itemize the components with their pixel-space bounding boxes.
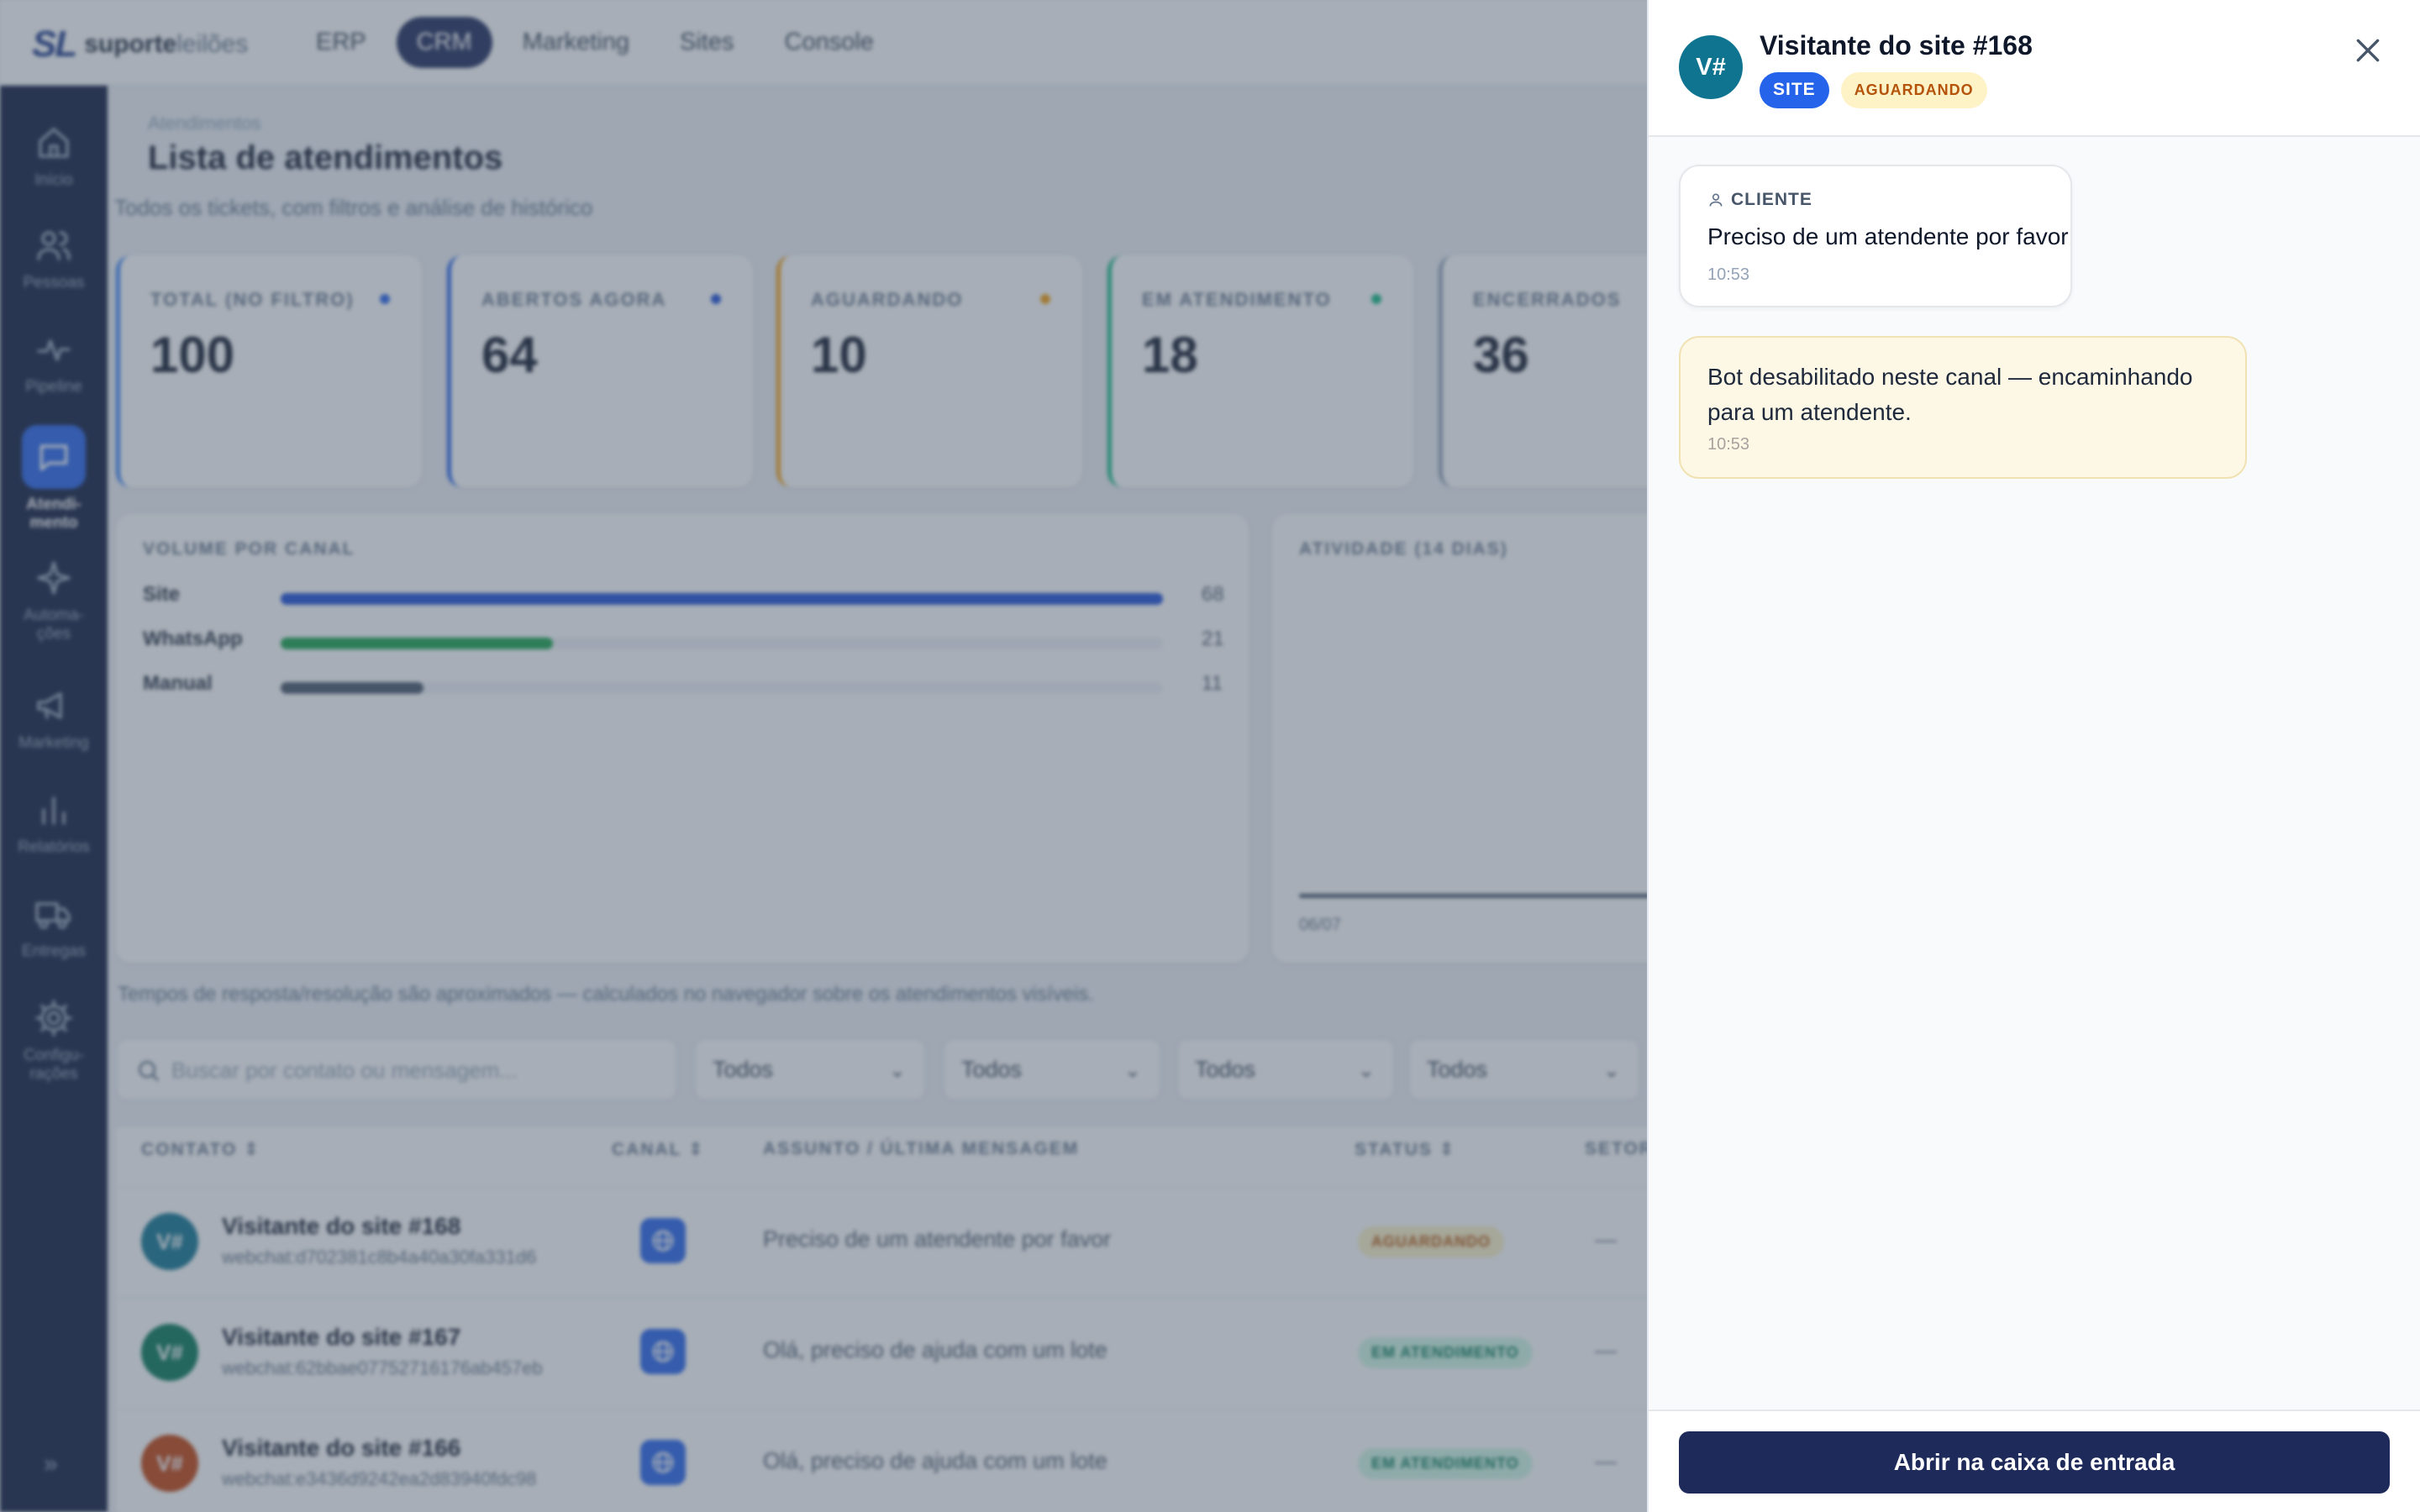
message-time: 10:53 bbox=[1707, 265, 1750, 284]
client-message: CLIENTE Preciso de um atendente por favo… bbox=[1679, 165, 2072, 307]
message-text: Bot desabilitado neste canal — encaminha… bbox=[1707, 364, 2193, 425]
ticket-drawer: V# Visitante do site #168 SITE AGUARDAND… bbox=[1647, 0, 2420, 1512]
drawer-footer: Abrir na caixa de entrada bbox=[1649, 1410, 2420, 1512]
status-badge: AGUARDANDO bbox=[1840, 72, 1987, 108]
drawer-title: Visitante do site #168 bbox=[1760, 30, 2033, 60]
modal-backdrop[interactable] bbox=[0, 0, 1647, 1512]
close-icon[interactable] bbox=[2351, 34, 2385, 67]
drawer-header: V# Visitante do site #168 SITE AGUARDAND… bbox=[1649, 0, 2420, 137]
message-text: Preciso de um atendente por favor bbox=[1707, 223, 2069, 249]
open-inbox-button[interactable]: Abrir na caixa de entrada bbox=[1679, 1431, 2390, 1494]
message-time: 10:53 bbox=[1707, 435, 1750, 454]
avatar: V# bbox=[1679, 35, 1743, 99]
channel-badge: SITE bbox=[1760, 72, 1829, 108]
bot-message: Bot desabilitado neste canal — encaminha… bbox=[1679, 336, 2247, 479]
message-sender: CLIENTE bbox=[1707, 190, 1812, 210]
drawer-badges: SITE AGUARDANDO bbox=[1760, 72, 1987, 108]
user-icon bbox=[1709, 193, 1723, 207]
